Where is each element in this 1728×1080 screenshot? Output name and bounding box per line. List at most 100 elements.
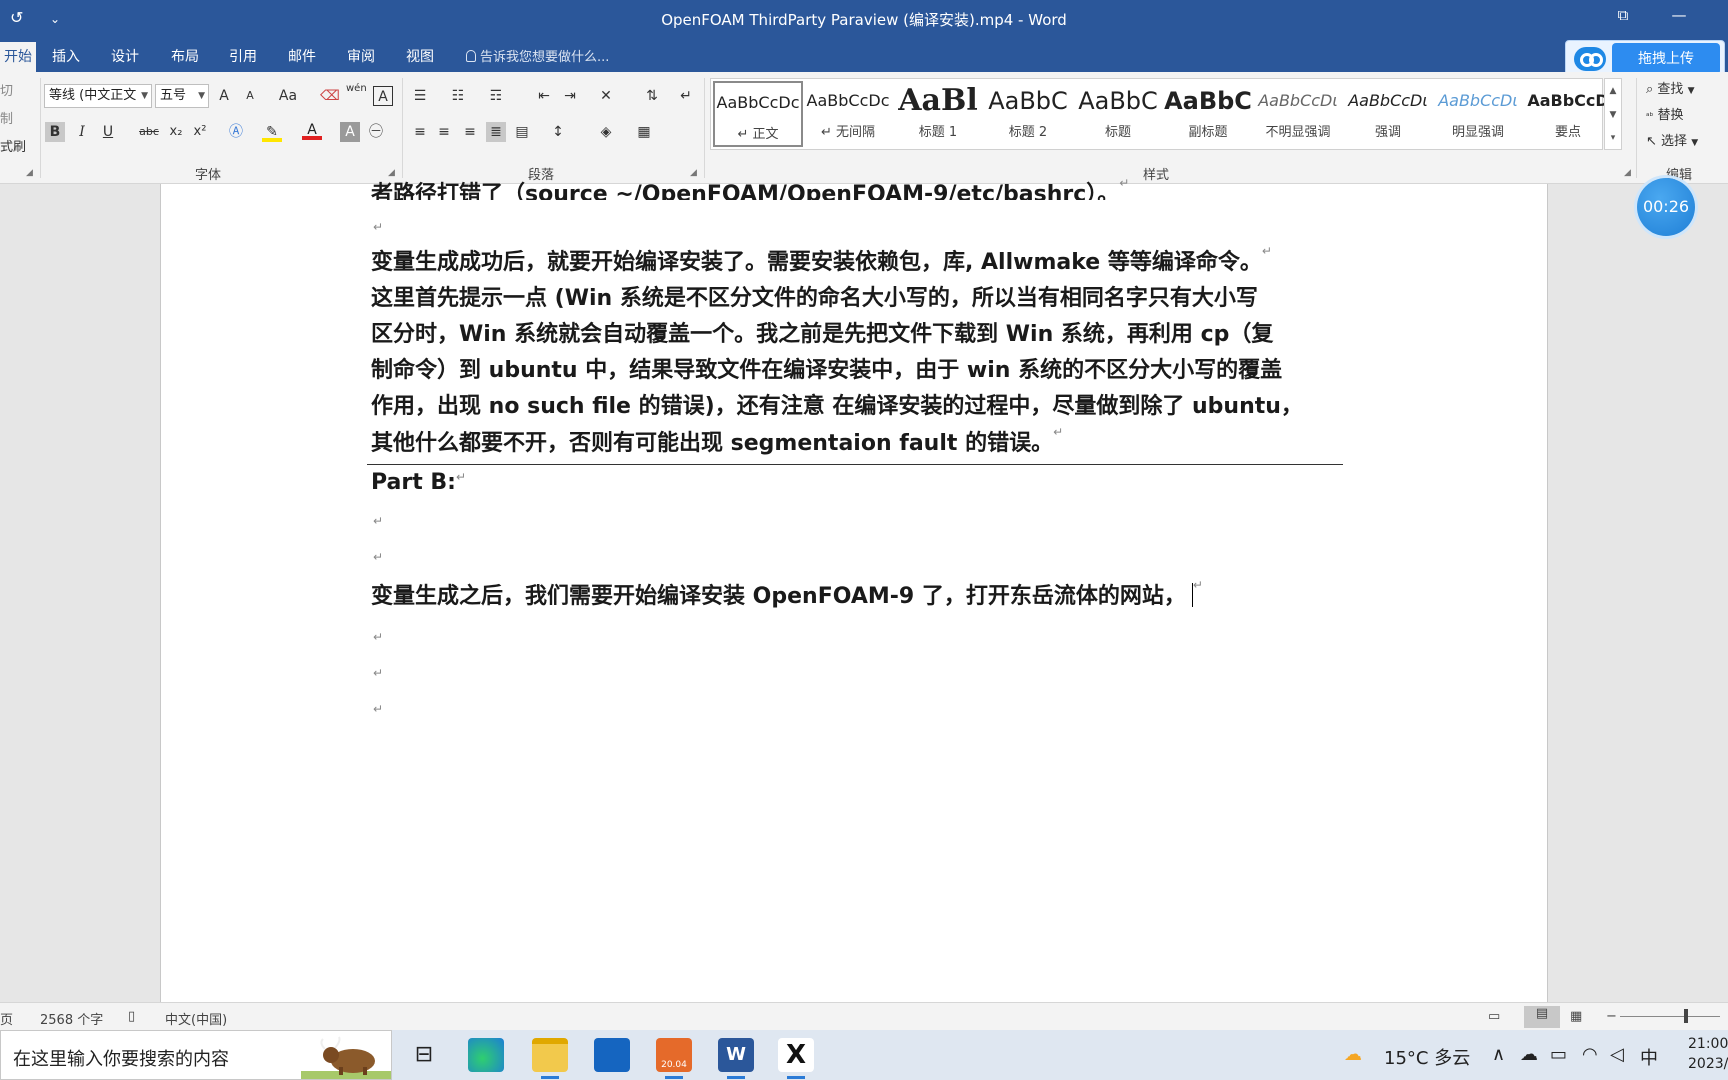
tab-view[interactable]: 视图 bbox=[406, 46, 434, 66]
format-painter-button[interactable]: 式刷 bbox=[0, 136, 26, 155]
page-indicator[interactable]: 页 bbox=[0, 1009, 13, 1028]
subscript-icon[interactable]: x₂ bbox=[166, 122, 186, 142]
battery-icon[interactable]: ▭ bbox=[1550, 1044, 1567, 1065]
style-intense-emphasis[interactable]: AaBbCcDι 明显强调 bbox=[1433, 81, 1523, 147]
print-layout-icon[interactable]: ▤ bbox=[1524, 1006, 1560, 1028]
multilevel-list-icon[interactable]: ☶ bbox=[486, 86, 506, 106]
select-button[interactable]: ↖ 选择 ▼ bbox=[1646, 130, 1698, 149]
weather-icon[interactable]: ☁ bbox=[1344, 1044, 1362, 1065]
gallery-more-icon[interactable]: ▾ bbox=[1605, 127, 1621, 149]
font-name-select[interactable]: 等线 (中文正文 ▼ bbox=[44, 84, 152, 108]
replace-button[interactable]: ᵃᵇ 替换 bbox=[1646, 104, 1684, 123]
align-right-icon[interactable]: ≡ bbox=[460, 122, 480, 142]
italic-icon[interactable]: I bbox=[72, 122, 92, 142]
language-indicator[interactable]: 中文(中国) bbox=[165, 1009, 227, 1028]
enclose-characters-icon[interactable]: A bbox=[373, 86, 393, 106]
tab-layout[interactable]: 布局 bbox=[171, 46, 199, 66]
bullets-icon[interactable]: ☰ bbox=[410, 86, 430, 106]
paragraph-mark: ↵ bbox=[373, 630, 384, 644]
tab-references[interactable]: 引用 bbox=[229, 46, 257, 66]
style-strong[interactable]: AaBbCcD 要点 bbox=[1523, 81, 1613, 147]
ribbon-display-options-icon[interactable]: ⧉ bbox=[1608, 6, 1638, 30]
strikethrough-icon[interactable]: abc bbox=[136, 122, 162, 142]
style-subtle-emphasis[interactable]: AaBbCcDι 不明显强调 bbox=[1253, 81, 1343, 147]
grow-font-icon[interactable]: A bbox=[214, 86, 234, 106]
borders-icon[interactable]: ▦ bbox=[634, 122, 654, 142]
minimize-button[interactable]: — bbox=[1664, 6, 1694, 30]
enclosed-character-icon[interactable]: ㊀ bbox=[366, 122, 386, 142]
weather-text[interactable]: 15°C 多云 bbox=[1384, 1044, 1470, 1070]
show-marks-icon[interactable]: ↵ bbox=[676, 86, 696, 106]
decrease-indent-icon[interactable]: ⇤ bbox=[534, 86, 554, 106]
styles-launcher-icon[interactable]: ◢ bbox=[1624, 168, 1631, 178]
style-heading-2[interactable]: AaBbC 标题 2 bbox=[983, 81, 1073, 147]
find-button[interactable]: ⌕ 查找 ▼ bbox=[1646, 78, 1695, 97]
recording-timer[interactable]: 00:26 bbox=[1637, 178, 1695, 236]
align-center-icon[interactable]: ≡ bbox=[434, 122, 454, 142]
style-subtitle[interactable]: AaBbC 副标题 bbox=[1163, 81, 1253, 147]
font-color-icon[interactable]: A bbox=[302, 120, 322, 140]
text-effects-icon[interactable]: Ⓐ bbox=[226, 122, 246, 142]
style-no-spacing[interactable]: AaBbCcDc ↵ 无间隔 bbox=[803, 81, 893, 147]
distributed-icon[interactable]: ▤ bbox=[512, 122, 532, 142]
clipboard-launcher-icon[interactable]: ◢ bbox=[26, 168, 33, 178]
clear-formatting-icon[interactable]: ⌫ bbox=[320, 86, 340, 106]
style-emphasis[interactable]: AaBbCcDι 强调 bbox=[1343, 81, 1433, 147]
proofing-icon[interactable]: ▯ bbox=[128, 1009, 135, 1024]
increase-indent-icon[interactable]: ⇥ bbox=[560, 86, 580, 106]
word-icon[interactable]: W bbox=[718, 1038, 754, 1072]
tab-review[interactable]: 审阅 bbox=[347, 46, 375, 66]
ubuntu-icon[interactable]: 20.04 bbox=[656, 1038, 692, 1072]
tab-design[interactable]: 设计 bbox=[111, 46, 139, 66]
font-size-select[interactable]: 五号 ▼ bbox=[155, 84, 209, 108]
zoom-slider-thumb[interactable] bbox=[1684, 1009, 1688, 1023]
read-mode-icon[interactable]: ▭ bbox=[1488, 1009, 1500, 1024]
line-spacing-icon[interactable]: ↕ bbox=[548, 122, 568, 142]
xlaunch-icon[interactable]: X bbox=[778, 1038, 814, 1072]
align-left-icon[interactable]: ≡ bbox=[410, 122, 430, 142]
chevron-down-icon[interactable]: ▼ bbox=[1605, 103, 1621, 127]
highlight-icon[interactable]: ✎ bbox=[262, 122, 282, 142]
change-case-icon[interactable]: Aa bbox=[274, 86, 302, 106]
tab-mailings[interactable]: 邮件 bbox=[288, 46, 316, 66]
superscript-icon[interactable]: x² bbox=[190, 122, 210, 142]
chevron-up-icon[interactable]: ▲ bbox=[1605, 79, 1621, 103]
style-heading-1[interactable]: AaBl 标题 1 bbox=[893, 81, 983, 147]
word-count[interactable]: 2568 个字 bbox=[40, 1009, 103, 1028]
sort-icon[interactable]: ⇅ bbox=[642, 86, 662, 106]
web-layout-icon[interactable]: ▦ bbox=[1570, 1009, 1582, 1024]
task-view-icon[interactable]: ⊟ bbox=[406, 1038, 442, 1072]
edge-icon[interactable] bbox=[468, 1038, 504, 1072]
numbering-icon[interactable]: ☷ bbox=[448, 86, 468, 106]
store-icon[interactable] bbox=[594, 1038, 630, 1072]
volume-icon[interactable]: ◁ bbox=[1610, 1044, 1624, 1065]
wifi-icon[interactable]: ◠ bbox=[1582, 1044, 1598, 1065]
copy-button[interactable]: 制 bbox=[0, 108, 13, 127]
bold-icon[interactable]: B bbox=[45, 122, 65, 142]
tell-me-box[interactable]: 告诉我您想要做什么... bbox=[466, 46, 609, 65]
character-shading-icon[interactable]: A bbox=[340, 122, 360, 142]
justify-icon[interactable]: ≣ bbox=[486, 122, 506, 142]
taskbar-search[interactable]: 在这里输入你要搜索的内容 bbox=[0, 1030, 392, 1080]
tab-home[interactable]: 开始 bbox=[0, 42, 36, 74]
ime-indicator[interactable]: 中 bbox=[1640, 1044, 1658, 1070]
doc-line-partial: 者路径打错了（source ~/OpenFOAM/OpenFOAM-9/etc/… bbox=[371, 176, 1341, 200]
chinese-layout-icon[interactable]: ✕ bbox=[596, 86, 616, 106]
shading-icon[interactable]: ◈ bbox=[596, 122, 616, 142]
onedrive-icon[interactable]: ☁ bbox=[1520, 1044, 1538, 1065]
phonetic-guide-icon[interactable]: wén bbox=[346, 84, 367, 104]
tab-insert[interactable]: 插入 bbox=[52, 46, 80, 66]
zoom-slider-track[interactable] bbox=[1620, 1016, 1720, 1017]
separator bbox=[402, 78, 403, 178]
zoom-out-icon[interactable]: − bbox=[1606, 1009, 1617, 1024]
clock[interactable]: 21:00 2023/1 bbox=[1688, 1034, 1728, 1074]
style-normal[interactable]: AaBbCcDc ↵ 正文 bbox=[713, 81, 803, 147]
underline-icon[interactable]: U bbox=[98, 122, 118, 142]
chevron-up-icon[interactable]: ∧ bbox=[1492, 1044, 1505, 1065]
style-title[interactable]: AaBbC 标题 bbox=[1073, 81, 1163, 147]
document-page[interactable]: 者路径打错了（source ~/OpenFOAM/OpenFOAM-9/etc/… bbox=[160, 176, 1548, 1002]
shrink-font-icon[interactable]: A bbox=[240, 86, 260, 106]
file-explorer-icon[interactable] bbox=[532, 1038, 568, 1072]
gallery-scroll[interactable]: ▲ ▼ ▾ bbox=[1604, 78, 1622, 150]
cut-button[interactable]: 切 bbox=[0, 80, 13, 99]
